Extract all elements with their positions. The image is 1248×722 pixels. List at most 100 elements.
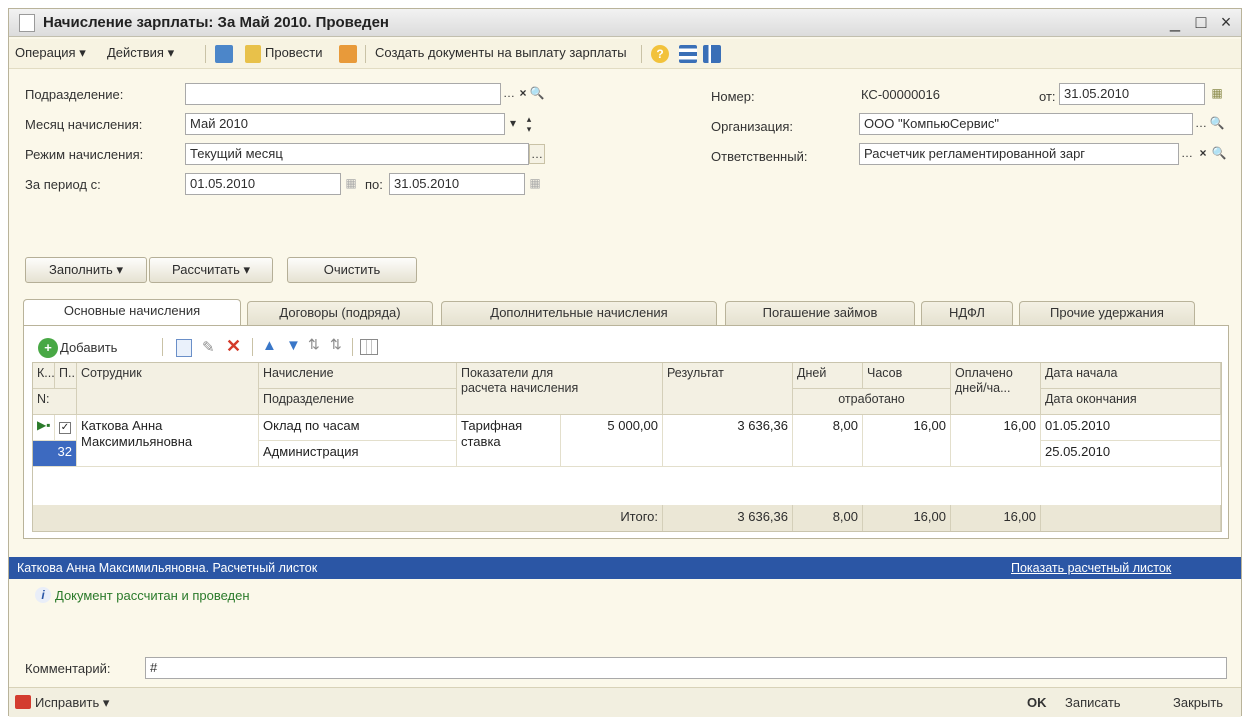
col-header-employee[interactable]: Сотрудник xyxy=(77,363,259,415)
responsible-select-button[interactable]: … xyxy=(1179,144,1195,164)
ok-button[interactable]: OK xyxy=(1027,695,1047,710)
division-open-icon[interactable]: 🔍 xyxy=(529,84,545,104)
row-hours[interactable]: 16,00 xyxy=(863,415,951,467)
fix-icon xyxy=(15,695,31,709)
row-paid[interactable]: 16,00 xyxy=(951,415,1041,467)
col-header-num[interactable]: N: xyxy=(33,389,77,415)
structure-icon[interactable] xyxy=(679,45,697,63)
period-from-calendar-icon[interactable]: ▦ xyxy=(343,174,359,194)
info-icon: i xyxy=(35,587,51,603)
tab-main-accruals[interactable]: Основные начисления xyxy=(23,299,241,325)
tab-contracts[interactable]: Договоры (подряда) xyxy=(247,301,433,325)
totals-empty xyxy=(1041,505,1221,531)
actions-menu[interactable]: Действия ▾ xyxy=(107,45,174,61)
col-header-hours[interactable]: Часов xyxy=(863,363,951,389)
responsible-field[interactable]: Расчетчик регламентированной зарг xyxy=(859,143,1179,165)
maximize-button[interactable]: □ xyxy=(1191,12,1211,33)
responsible-open-icon[interactable]: 🔍 xyxy=(1211,144,1227,164)
row-number[interactable]: 32 xyxy=(33,441,77,467)
row-indicator-value[interactable]: 5 000,00 xyxy=(561,415,663,467)
col-header-result[interactable]: Результат xyxy=(663,363,793,415)
col-header-p[interactable]: П... xyxy=(55,363,77,389)
col-header-date-start[interactable]: Дата начала xyxy=(1041,363,1221,389)
row-indicator[interactable]: Тарифная ставка xyxy=(457,415,561,467)
row-checkbox[interactable]: ✓ xyxy=(55,415,77,441)
col-header-k[interactable]: К... xyxy=(33,363,55,389)
col-header-date-end[interactable]: Дата окончания xyxy=(1041,389,1221,415)
org-label: Организация: xyxy=(711,119,794,134)
create-payment-docs-button[interactable]: Создать документы на выплату зарплаты xyxy=(375,45,627,60)
document-window: Начисление зарплаты: За Май 2010. Провед… xyxy=(8,8,1242,717)
document-icon xyxy=(19,14,35,32)
close-window-button[interactable]: × xyxy=(1216,12,1236,33)
month-spinner[interactable]: ▴ ▾ xyxy=(521,114,537,134)
copy-row-icon[interactable] xyxy=(176,339,192,357)
toolbar-separator xyxy=(205,45,206,63)
period-to-field[interactable]: 31.05.2010 xyxy=(389,173,525,195)
month-dropdown-icon[interactable]: ▾ xyxy=(505,114,521,134)
row-date-end[interactable]: 25.05.2010 xyxy=(1041,441,1221,467)
date-calendar-icon[interactable]: ▦ xyxy=(1209,84,1225,104)
mode-select-button[interactable]: … xyxy=(529,144,545,164)
row-result[interactable]: 3 636,36 xyxy=(663,415,793,467)
date-field[interactable]: 31.05.2010 xyxy=(1059,83,1205,105)
period-label: За период с: xyxy=(25,177,101,192)
month-label: Месяц начисления: xyxy=(25,117,143,132)
tab-panel: + Добавить ✎ ✕ ▲ ▼ ⇅ ⇅ К... П... N: Сотр… xyxy=(23,325,1229,539)
show-payslip-link[interactable]: Показать расчетный листок xyxy=(1011,561,1171,575)
help-icon[interactable]: ? xyxy=(651,45,669,63)
mode-field[interactable]: Текущий месяц xyxy=(185,143,529,165)
minimize-button[interactable]: _ xyxy=(1165,12,1185,33)
comment-field[interactable]: # xyxy=(145,657,1227,679)
tab-additional-accruals[interactable]: Дополнительные начисления xyxy=(441,301,717,325)
add-row-button[interactable]: Добавить xyxy=(60,340,117,355)
accruals-grid: К... П... N: Сотрудник Начисление Подраз… xyxy=(32,362,1222,532)
move-down-icon[interactable]: ▼ xyxy=(286,337,301,354)
hierarchy-icon[interactable] xyxy=(703,45,721,63)
operation-menu[interactable]: Операция ▾ xyxy=(15,45,86,61)
division-field[interactable] xyxy=(185,83,501,105)
month-field[interactable]: Май 2010 xyxy=(185,113,505,135)
calculate-button[interactable]: Рассчитать ▾ xyxy=(149,257,273,283)
sort-asc-icon[interactable]: ⇅ xyxy=(308,336,320,353)
tab-loan-repayment[interactable]: Погашение займов xyxy=(725,301,915,325)
row-current-marker-icon: ▶▪ xyxy=(33,415,55,441)
row-employee[interactable]: Каткова Анна Максимильяновна xyxy=(77,415,259,467)
post-doc-icon xyxy=(245,45,261,63)
period-to-calendar-icon[interactable]: ▦ xyxy=(527,174,543,194)
tab-ndfl[interactable]: НДФЛ xyxy=(921,301,1013,325)
row-accrual[interactable]: Оклад по часам xyxy=(259,415,457,441)
tab-other-deductions[interactable]: Прочие удержания xyxy=(1019,301,1195,325)
status-message: Документ рассчитан и проведен xyxy=(55,588,250,603)
sort-desc-icon[interactable]: ⇅ xyxy=(330,336,342,353)
fix-menu-button[interactable]: Исправить ▾ xyxy=(35,695,109,711)
move-up-icon[interactable]: ▲ xyxy=(262,337,277,354)
org-select-button[interactable]: … xyxy=(1193,114,1209,134)
period-from-field[interactable]: 01.05.2010 xyxy=(185,173,341,195)
row-date-start[interactable]: 01.05.2010 xyxy=(1041,415,1221,441)
delete-row-icon[interactable]: ✕ xyxy=(226,336,241,357)
post-button[interactable]: Провести xyxy=(265,45,323,60)
row-days[interactable]: 8,00 xyxy=(793,415,863,467)
col-header-days[interactable]: Дней xyxy=(793,363,863,389)
unpost-icon[interactable] xyxy=(339,45,357,63)
org-field[interactable]: ООО "КомпьюСервис" xyxy=(859,113,1193,135)
row-division[interactable]: Администрация xyxy=(259,441,457,467)
move-icon[interactable] xyxy=(215,45,233,63)
totals-days: 8,00 xyxy=(793,505,863,531)
totals-hours: 16,00 xyxy=(863,505,951,531)
col-header-worked[interactable]: отработано xyxy=(793,389,951,415)
responsible-clear-icon[interactable]: × xyxy=(1195,144,1211,164)
clear-button[interactable]: Очистить xyxy=(287,257,417,283)
col-header-paid[interactable]: Оплачено дней/ча... xyxy=(951,363,1041,415)
col-header-accrual[interactable]: Начисление xyxy=(259,363,457,389)
col-header-indicators[interactable]: Показатели для расчета начисления xyxy=(457,363,663,415)
col-header-division[interactable]: Подразделение xyxy=(259,389,457,415)
fill-button[interactable]: Заполнить ▾ xyxy=(25,257,147,283)
edit-row-icon[interactable]: ✎ xyxy=(202,338,215,356)
org-open-icon[interactable]: 🔍 xyxy=(1209,114,1225,134)
save-button[interactable]: Записать xyxy=(1065,695,1121,710)
number-value[interactable]: КС-00000016 xyxy=(861,87,940,102)
close-button[interactable]: Закрыть xyxy=(1173,695,1223,710)
table-settings-icon[interactable] xyxy=(360,339,378,355)
